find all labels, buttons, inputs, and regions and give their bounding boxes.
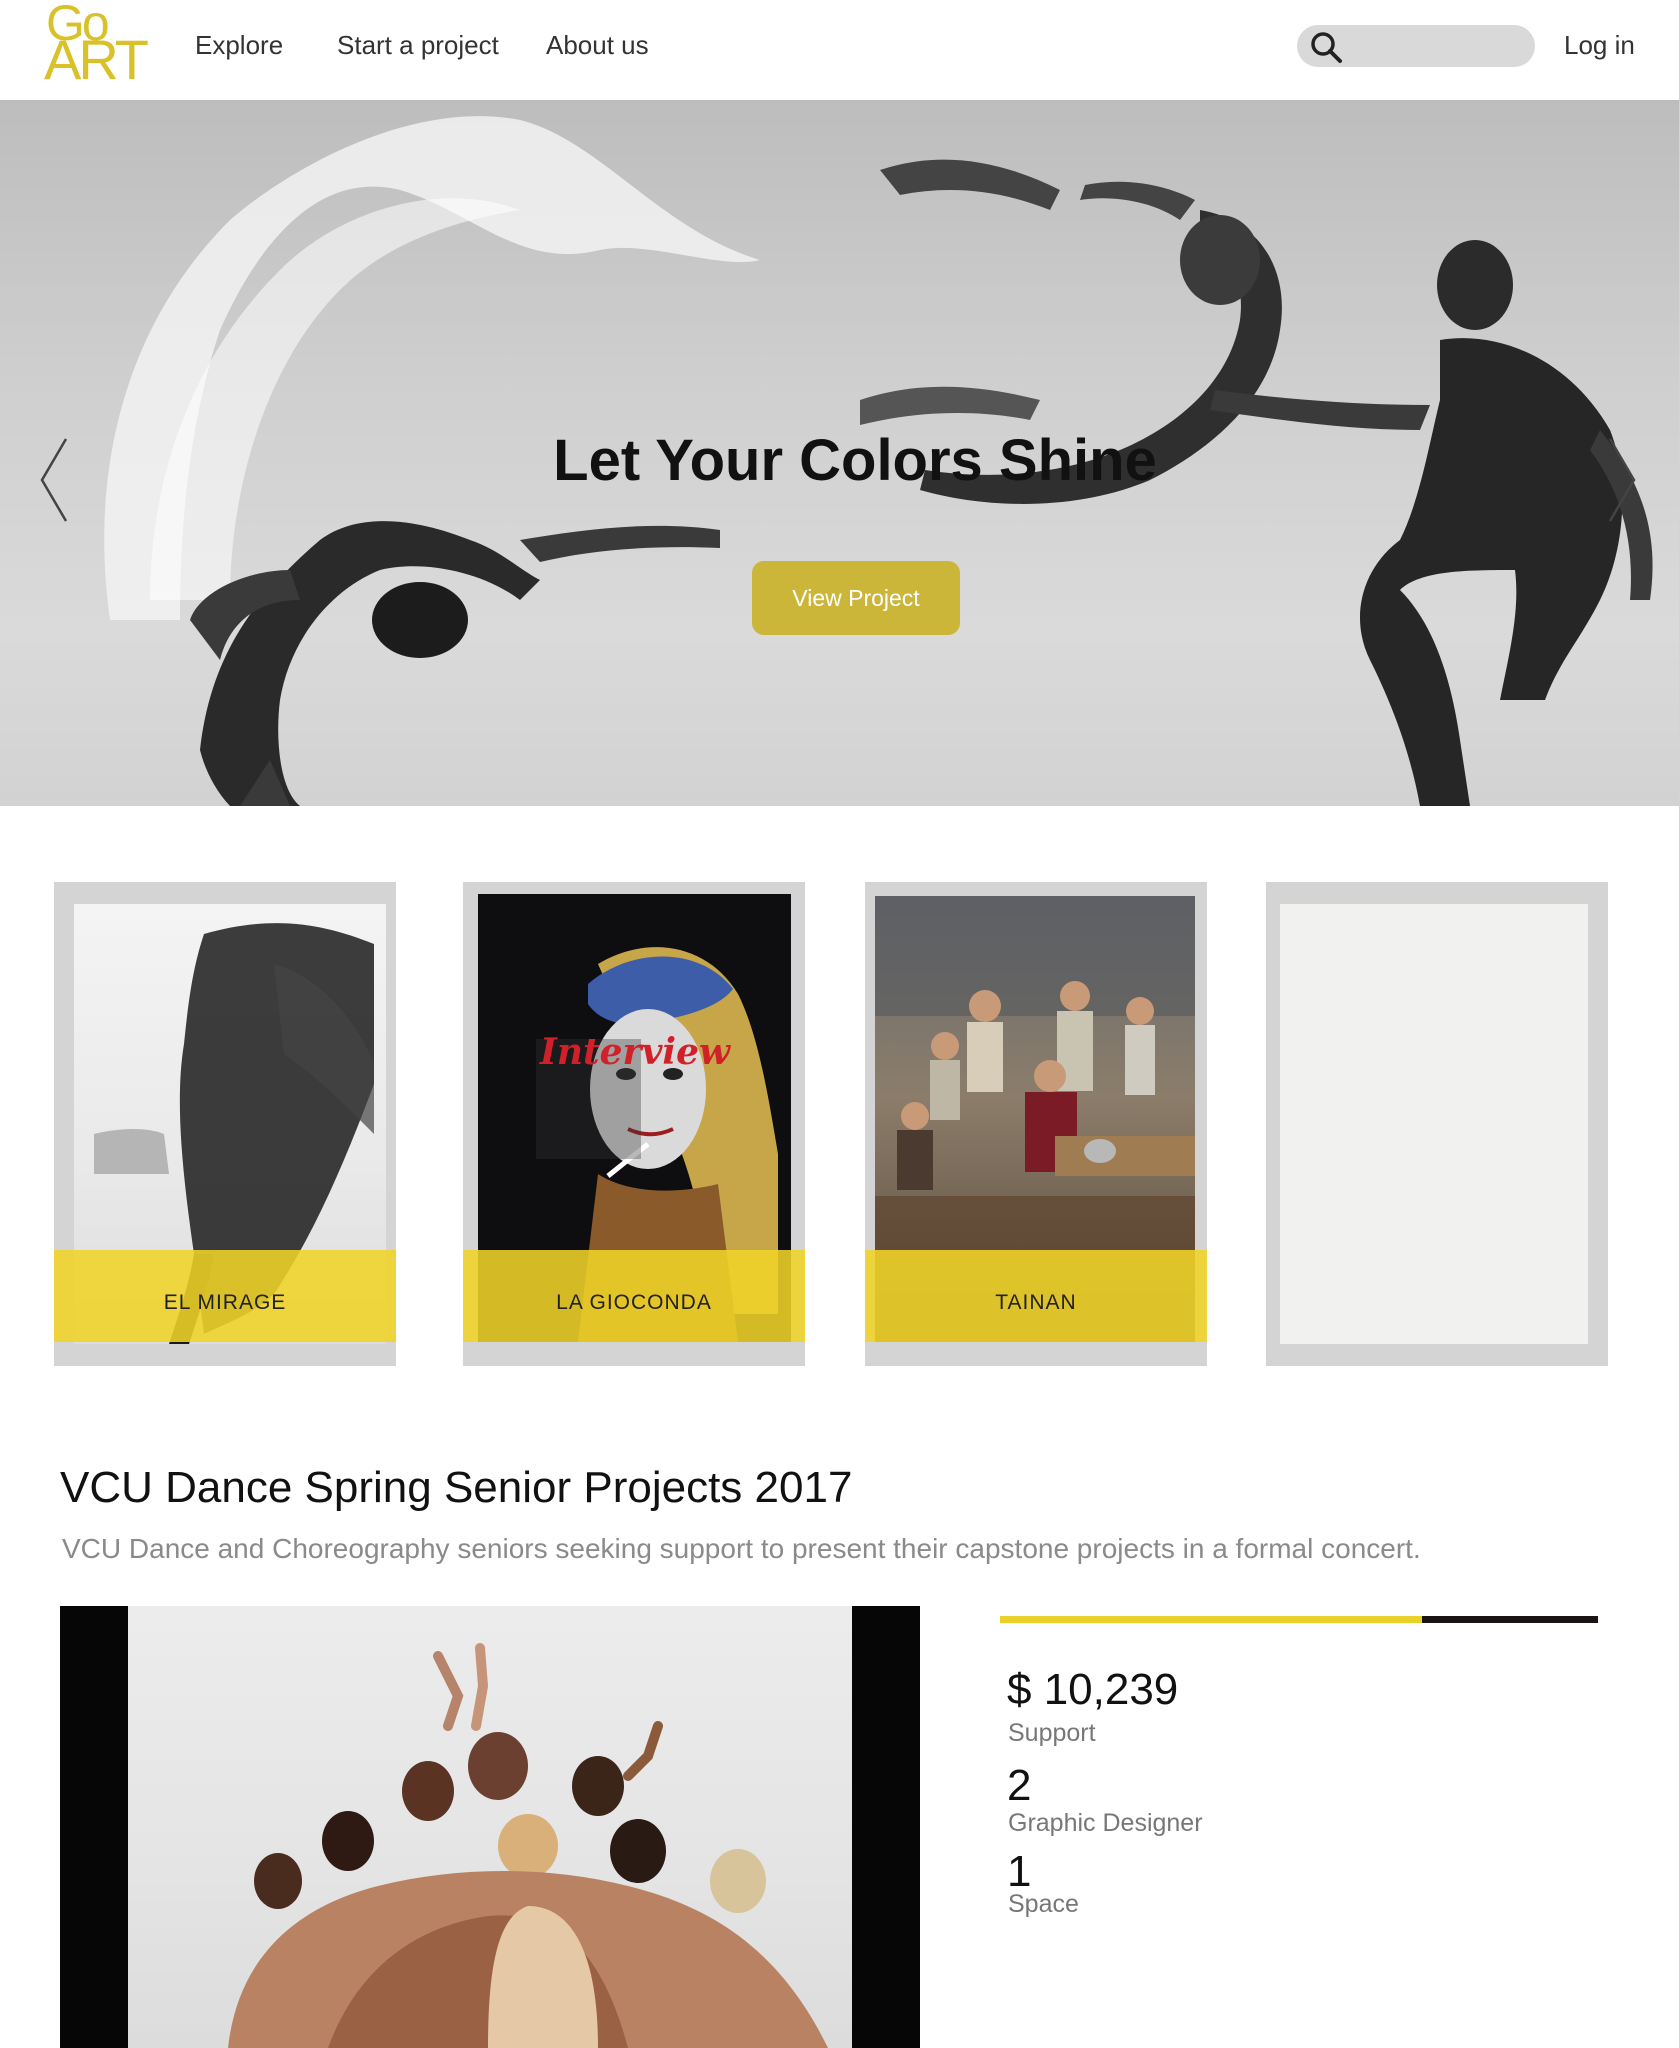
project-card-el-mirage[interactable]: EL MIRAGE — [54, 882, 396, 1366]
logo-art: ART — [44, 28, 149, 91]
card-label: LA GIOCONDA — [463, 1250, 805, 1342]
view-project-button[interactable]: View Project — [752, 561, 960, 635]
hero-carousel: Let Your Colors Shine View Project — [0, 100, 1679, 806]
site-header: Go ART Explore Start a project About us … — [0, 0, 1679, 100]
stat-support-label: Support — [1008, 1719, 1096, 1747]
hero-title: Let Your Colors Shine — [553, 428, 1157, 493]
card-placeholder — [1280, 904, 1588, 1344]
project-photo[interactable] — [60, 1606, 920, 2048]
nav-explore[interactable]: Explore — [195, 29, 283, 61]
funding-progress-bar — [1000, 1616, 1598, 1623]
search-icon[interactable] — [1309, 30, 1345, 64]
project-card-tainan[interactable]: TAINAN — [865, 882, 1207, 1366]
logo[interactable]: Go ART — [44, 0, 149, 88]
project-title: VCU Dance Spring Senior Projects 2017 — [60, 1463, 853, 1512]
login-link[interactable]: Log in — [1564, 29, 1635, 61]
dancers-group-image — [128, 1606, 852, 2048]
project-card-empty[interactable] — [1266, 882, 1608, 1366]
stat-designer-value: 2 — [1007, 1761, 1032, 1810]
nav-about-us[interactable]: About us — [546, 29, 649, 61]
funding-progress-fill — [1000, 1616, 1422, 1623]
nav-start-project[interactable]: Start a project — [337, 29, 499, 61]
stat-designer-label: Graphic Designer — [1008, 1809, 1203, 1837]
card-label: TAINAN — [865, 1250, 1207, 1342]
project-description: VCU Dance and Choreography seniors seeki… — [62, 1533, 1421, 1564]
magazine-title-text: Interview — [539, 1031, 732, 1073]
search-bar[interactable] — [1297, 25, 1535, 67]
search-input[interactable] — [1351, 31, 1521, 61]
stat-space-label: Space — [1008, 1890, 1079, 1918]
project-card-la-gioconda[interactable]: Interview LA GIOCONDA — [463, 882, 805, 1366]
stat-support-value: $ 10,239 — [1007, 1665, 1179, 1714]
card-label: EL MIRAGE — [54, 1250, 396, 1342]
